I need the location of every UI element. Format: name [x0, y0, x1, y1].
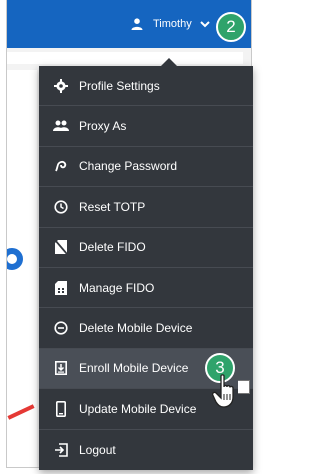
- enroll-icon: [53, 360, 69, 376]
- background-page-content: [7, 70, 37, 467]
- background-red-mark: [7, 404, 35, 420]
- menu-item-label: Enroll Mobile Device: [79, 361, 189, 376]
- menu-item-label: Delete Mobile Device: [79, 321, 193, 336]
- menu-item-label: Profile Settings: [79, 78, 160, 93]
- menu-item-label: Proxy As: [79, 119, 127, 134]
- menu-item-logout[interactable]: Logout: [39, 430, 253, 470]
- menu-item-label: Delete FIDO: [79, 240, 146, 255]
- fido-manage-icon: [53, 280, 69, 296]
- menu-item-label: Logout: [79, 442, 116, 457]
- chevron-down-icon: [200, 20, 210, 28]
- menu-item-label: Update Mobile Device: [79, 401, 197, 416]
- menu-item-label: Change Password: [79, 159, 178, 174]
- menu-item-proxy-as[interactable]: Proxy As: [39, 106, 253, 147]
- menu-item-reset-totp[interactable]: Reset TOTP: [39, 187, 253, 228]
- user-name: Timothy: [153, 18, 192, 30]
- menu-item-label: Manage FIDO: [79, 280, 155, 295]
- clock-icon: [53, 199, 69, 215]
- hand-cursor-icon: [212, 374, 240, 413]
- menu-item-delete-mobile-device[interactable]: Delete Mobile Device: [39, 308, 253, 349]
- users-icon: [53, 118, 69, 134]
- menu-item-change-password[interactable]: Change Password: [39, 147, 253, 188]
- fido-delete-icon: [53, 239, 69, 255]
- user-menu-toggle[interactable]: Timothy: [131, 14, 210, 34]
- key-icon: [53, 158, 69, 174]
- top-navigation-bar: Timothy: [7, 0, 251, 48]
- minus-circle-icon: [53, 320, 69, 336]
- step-badge-2: 2: [216, 12, 246, 42]
- menu-item-manage-fido[interactable]: Manage FIDO: [39, 268, 253, 309]
- menu-item-profile-settings[interactable]: Profile Settings: [39, 66, 253, 107]
- logout-icon: [53, 442, 69, 458]
- gear-icon: [53, 78, 69, 94]
- background-page-strip: [7, 52, 243, 64]
- menu-item-label: Reset TOTP: [79, 199, 146, 214]
- background-ring-graphic: [7, 248, 23, 270]
- user-icon: [131, 18, 143, 30]
- menu-item-delete-fido[interactable]: Delete FIDO: [39, 228, 253, 268]
- phone-icon: [53, 400, 69, 417]
